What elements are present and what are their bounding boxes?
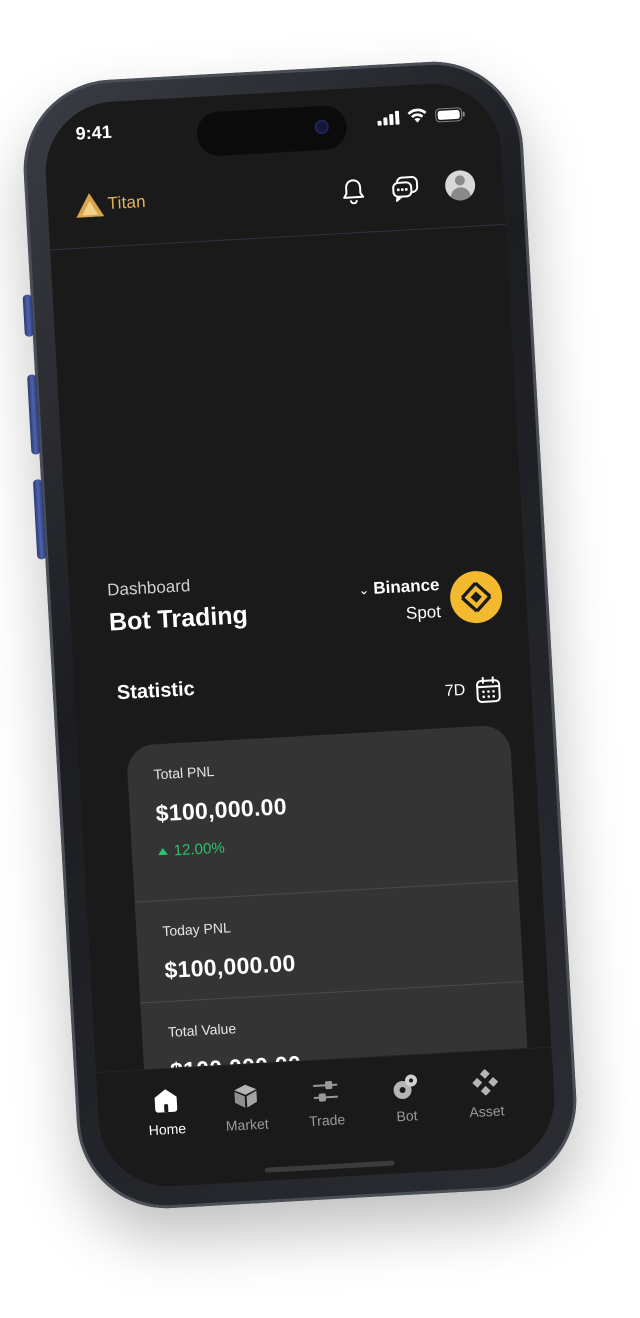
stat-value: $100,000.00 xyxy=(155,793,288,827)
binance-logo-icon xyxy=(448,569,504,625)
header-actions xyxy=(340,169,476,207)
avatar-head xyxy=(454,175,466,186)
period-label: 7D xyxy=(444,681,466,700)
phone-screen: 9:41 Titan Dashboard Bot Trading ⌄ Binan… xyxy=(42,80,558,1190)
stat-value: $100,000.00 xyxy=(163,949,297,984)
home-icon xyxy=(154,1089,178,1113)
period-selector[interactable]: 7D xyxy=(444,675,502,706)
stat-label: Total PNL xyxy=(153,763,215,783)
mockup-stage: 9:41 Titan Dashboard Bot Trading ⌄ Binan… xyxy=(0,0,640,1318)
tab-label: Bot xyxy=(396,1107,418,1125)
stat-label: Today PNL xyxy=(161,919,232,940)
tab-label: Market xyxy=(225,1115,270,1134)
tab-home[interactable]: Home xyxy=(130,1085,205,1188)
page-title: Bot Trading xyxy=(108,600,249,637)
tab-bot[interactable]: Bot xyxy=(370,1072,445,1175)
calendar-icon[interactable] xyxy=(475,675,503,704)
volume-up-button xyxy=(27,374,41,455)
tab-asset[interactable]: Asset xyxy=(450,1067,525,1170)
stat-row-total-pnl[interactable]: Total PNL $100,000.00 12.00% xyxy=(125,724,519,903)
chat-icon[interactable] xyxy=(391,175,420,203)
bell-icon[interactable] xyxy=(341,178,366,205)
bot-icon xyxy=(393,1074,418,1099)
exchange-name: Binance xyxy=(372,575,440,598)
exchange-market: Spot xyxy=(405,602,442,624)
tab-label: Asset xyxy=(468,1102,505,1121)
section-label: Dashboard xyxy=(106,576,191,600)
titan-logo-icon xyxy=(76,193,105,218)
wifi-icon xyxy=(407,108,427,123)
binance-mark xyxy=(460,581,492,612)
stat-change-value: 12.00% xyxy=(173,839,226,860)
status-time: 9:41 xyxy=(75,121,113,144)
stat-change: 12.00% xyxy=(157,825,489,861)
tab-label: Home xyxy=(148,1120,187,1139)
phone-frame: 9:41 Titan Dashboard Bot Trading ⌄ Binan… xyxy=(18,56,582,1214)
avatar[interactable] xyxy=(444,169,476,202)
cube-icon xyxy=(234,1084,257,1108)
signal-icon xyxy=(377,110,400,126)
triangle-up-icon xyxy=(158,847,169,856)
status-icons xyxy=(377,106,466,126)
asset-icon xyxy=(472,1068,499,1096)
action-button xyxy=(22,294,34,337)
battery-icon xyxy=(435,106,465,122)
statistic-title: Statistic xyxy=(116,677,196,705)
volume-down-button xyxy=(32,479,47,560)
bottom-tab-bar: Home Market Trade Bot Asset xyxy=(96,1046,558,1190)
brand-logo[interactable]: Titan xyxy=(75,190,146,218)
trade-icon xyxy=(313,1080,338,1102)
brand-name: Titan xyxy=(107,191,147,214)
exchange-selector[interactable]: ⌄ Binance Spot xyxy=(358,569,504,630)
avatar-body xyxy=(450,186,472,202)
exchange-text: ⌄ Binance Spot xyxy=(358,572,442,629)
chevron-down-icon: ⌄ xyxy=(358,582,370,598)
tab-label: Trade xyxy=(308,1111,346,1130)
stat-label: Total Value xyxy=(167,1020,237,1040)
